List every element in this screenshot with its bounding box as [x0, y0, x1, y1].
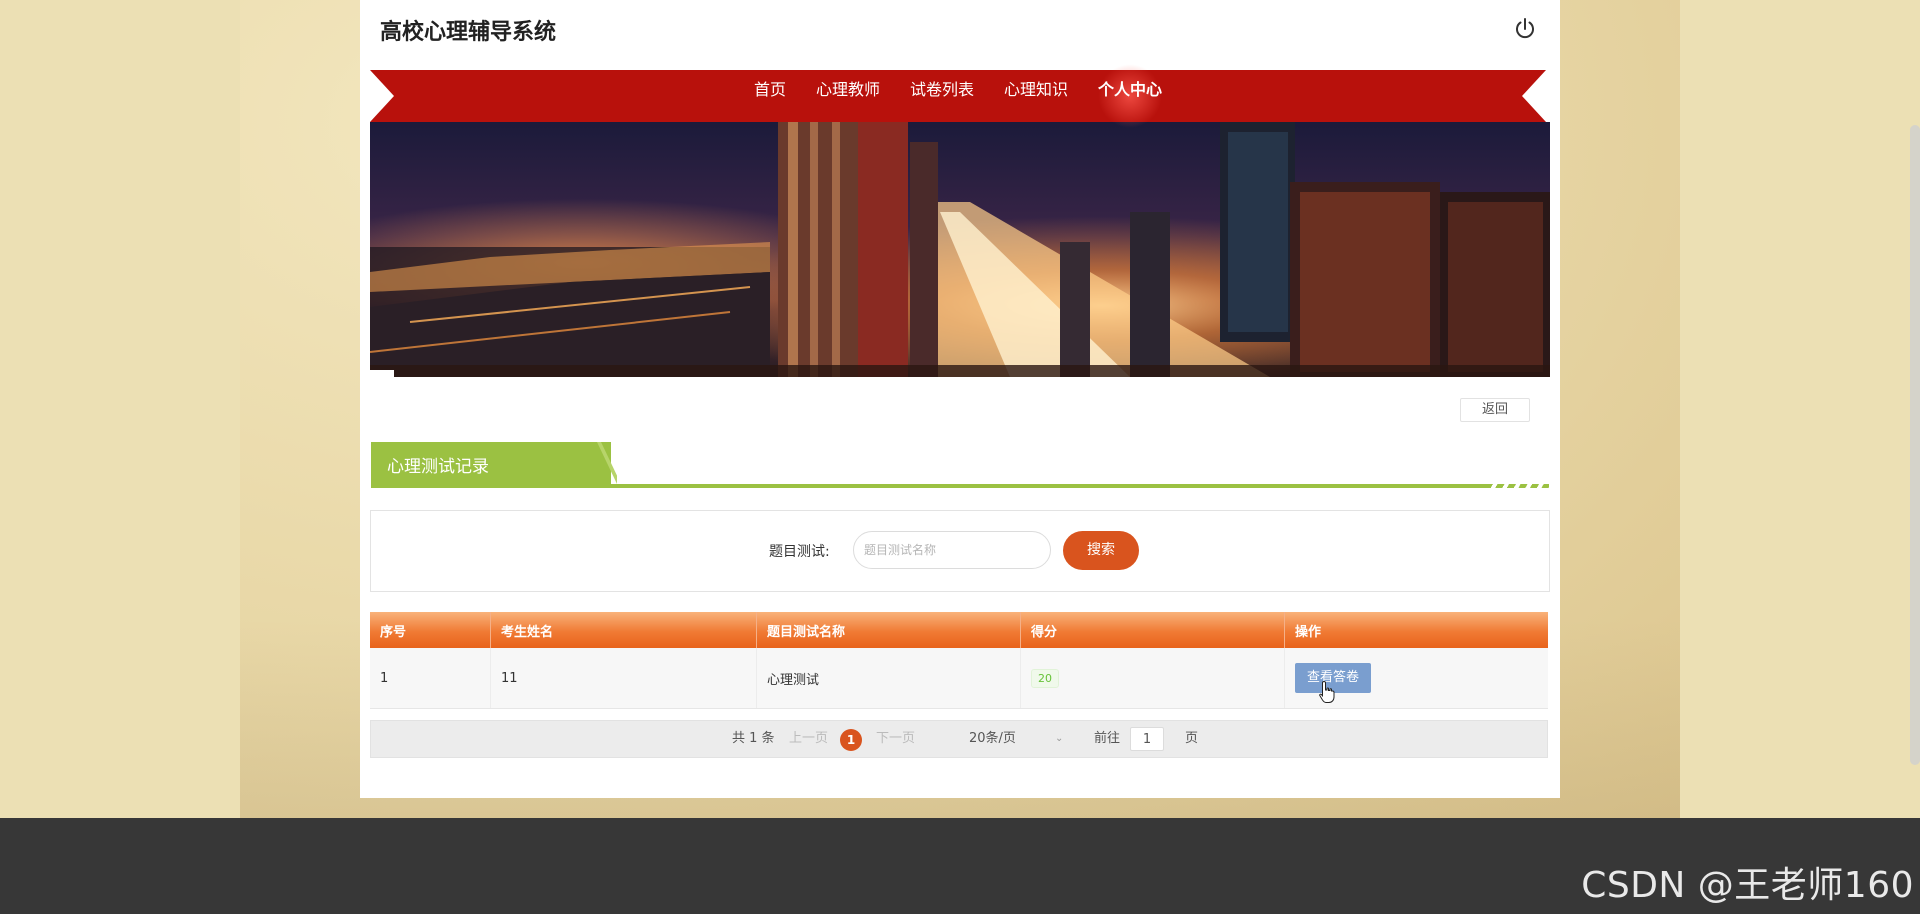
- scrollbar[interactable]: [1910, 125, 1920, 765]
- main-nav: 首页 心理教师 试卷列表 心理知识 个人中心: [370, 70, 1546, 122]
- search-input[interactable]: [853, 531, 1051, 569]
- page-size-value: 20条/页: [969, 731, 1016, 746]
- goto-label: 前往: [1094, 731, 1121, 746]
- watermark-text: CSDN @王老师160: [1581, 865, 1914, 906]
- section-divider-dash: [1486, 484, 1549, 488]
- col-header-actions: 操作: [1284, 612, 1548, 648]
- nav-item-home[interactable]: 首页: [739, 70, 801, 122]
- nav-item-personal-center[interactable]: 个人中心: [1083, 70, 1177, 122]
- cell-score: 20: [1020, 648, 1285, 709]
- pagination-page-1[interactable]: 1: [840, 729, 862, 751]
- pagination: 共 1 条 上一页 1 下一页 20条/页 ⌄ 前往 1 页: [370, 720, 1548, 758]
- pagination-next-button[interactable]: 下一页: [876, 721, 915, 757]
- cell-name: 11: [490, 648, 757, 709]
- goto-unit-label: 页: [1185, 731, 1199, 746]
- col-header-score: 得分: [1020, 612, 1285, 648]
- power-icon[interactable]: [1512, 16, 1538, 42]
- pagination-total: 共 1 条: [732, 731, 775, 746]
- records-table: 序号 考生姓名 题目测试名称 得分 操作 1 11 心理测试 20 查看答卷: [370, 612, 1548, 709]
- table-header-row: 序号 考生姓名 题目测试名称 得分 操作: [370, 612, 1548, 648]
- cell-test-name: 心理测试: [756, 648, 1021, 709]
- search-panel: 题目测试: 搜索: [370, 510, 1550, 592]
- score-badge: 20: [1031, 668, 1059, 688]
- site-title: 高校心理辅导系统: [380, 20, 557, 45]
- col-header-index: 序号: [370, 612, 491, 648]
- chevron-down-icon: ⌄: [1055, 733, 1064, 744]
- banner-image: [370, 122, 1550, 377]
- col-header-name: 考生姓名: [490, 612, 757, 648]
- section-title: 心理测试记录: [387, 457, 489, 477]
- nav-item-teachers[interactable]: 心理教师: [801, 70, 895, 122]
- pagination-prev-button[interactable]: 上一页: [789, 721, 828, 757]
- table-row: 1 11 心理测试 20 查看答卷: [370, 648, 1548, 709]
- search-label: 题目测试:: [769, 544, 830, 560]
- hand-cursor-icon: [1319, 680, 1335, 703]
- search-button[interactable]: 搜索: [1063, 531, 1139, 570]
- page-size-select[interactable]: 20条/页 ⌄: [969, 721, 1069, 757]
- nav-item-knowledge[interactable]: 心理知识: [989, 70, 1083, 122]
- back-button[interactable]: 返回: [1460, 398, 1530, 422]
- section-header: 心理测试记录: [371, 442, 1549, 488]
- goto-page-input[interactable]: 1: [1130, 727, 1164, 751]
- col-header-test-name: 题目测试名称: [756, 612, 1021, 648]
- cell-index: 1: [370, 648, 491, 709]
- main-page: 高校心理辅导系统 首页 心理教师 试卷列表 心理知识 个人中心 返回 心理测试记…: [360, 0, 1560, 798]
- nav-item-exam-list[interactable]: 试卷列表: [895, 70, 989, 122]
- section-divider: [371, 484, 1486, 488]
